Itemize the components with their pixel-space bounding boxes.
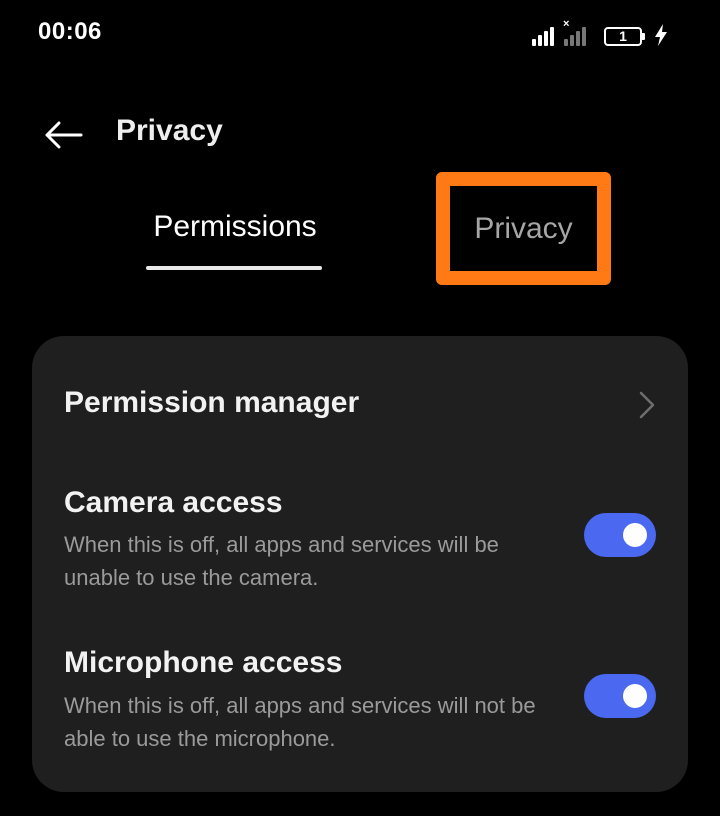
toggle-knob [623,523,647,547]
microphone-access-description: When this is off, all apps and services … [64,693,536,751]
toggle-knob [623,684,647,708]
back-arrow-icon [45,121,83,149]
status-time: 00:06 [38,18,102,45]
tab-privacy-label: Privacy [474,211,573,245]
camera-access-row: Camera access When this is off, all apps… [32,472,688,602]
status-bar: 00:06 × 1 [0,0,720,64]
tab-permissions[interactable]: Permissions [146,210,324,244]
charging-bolt-icon [655,24,667,46]
camera-access-title: Camera access [64,486,283,519]
status-icons: × 1 [532,19,668,46]
camera-access-description: When this is off, all apps and services … [64,532,499,590]
permissions-card: Permission manager Camera access When th… [32,336,688,792]
tab-privacy[interactable]: Privacy [436,172,611,285]
battery-level: 1 [619,28,627,44]
signal-no-service-icon: × [563,19,586,46]
signal-icon [532,26,554,46]
page-title: Privacy [116,114,223,147]
microphone-access-row: Microphone access When this is off, all … [32,632,688,762]
microphone-access-title: Microphone access [64,646,343,679]
chevron-right-icon [639,391,655,419]
tab-permissions-indicator [146,266,322,270]
permission-manager-label: Permission manager [64,386,360,419]
back-button[interactable] [40,112,86,158]
microphone-access-toggle[interactable] [584,674,656,718]
permission-manager-row[interactable]: Permission manager [32,366,688,446]
camera-access-toggle[interactable] [584,513,656,557]
battery-icon: 1 [604,27,645,46]
